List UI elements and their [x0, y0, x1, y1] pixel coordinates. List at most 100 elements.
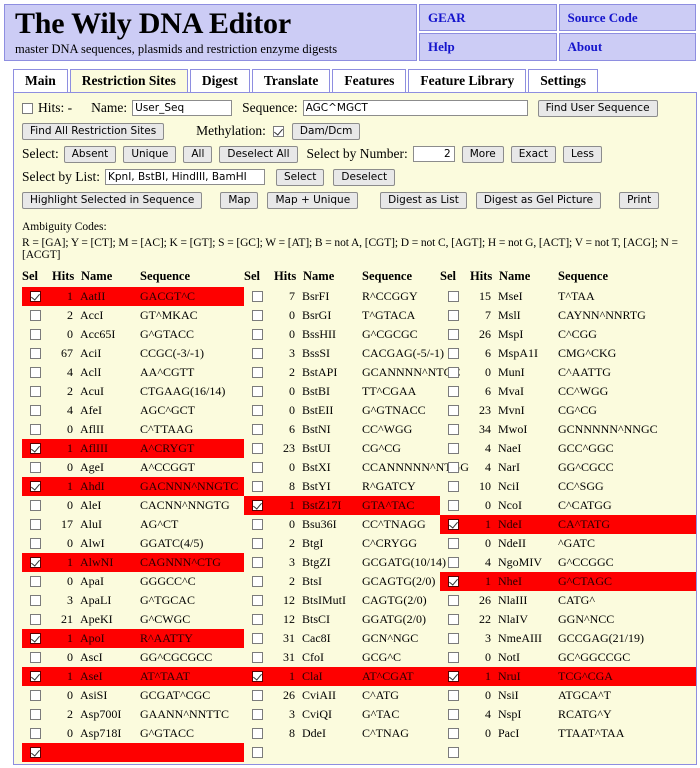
row-select-cell[interactable]: [22, 401, 48, 420]
tab-features[interactable]: Features: [332, 69, 406, 92]
enzyme-select-checkbox[interactable]: [252, 481, 263, 492]
enzyme-select-checkbox[interactable]: [448, 386, 459, 397]
enzyme-select-checkbox[interactable]: [30, 557, 41, 568]
row-select-cell[interactable]: [244, 477, 270, 496]
row-select-cell[interactable]: [22, 667, 48, 686]
nav-cell-about[interactable]: About: [559, 33, 697, 60]
row-select-cell[interactable]: [244, 515, 270, 534]
row-select-cell[interactable]: [244, 572, 270, 591]
row-select-cell[interactable]: [440, 686, 466, 705]
enzyme-select-checkbox[interactable]: [30, 291, 41, 302]
nav-link-source-code[interactable]: Source Code: [568, 10, 638, 26]
enzyme-select-checkbox[interactable]: [30, 367, 41, 378]
row-select-cell[interactable]: [22, 477, 48, 496]
row-select-cell[interactable]: [22, 743, 48, 762]
nav-link-help[interactable]: Help: [428, 39, 455, 55]
enzyme-select-checkbox[interactable]: [448, 519, 459, 530]
enzyme-select-checkbox[interactable]: [30, 709, 41, 720]
dam-dcm-button[interactable]: Dam/Dcm: [292, 123, 360, 140]
enzyme-select-checkbox[interactable]: [30, 424, 41, 435]
enzyme-select-checkbox[interactable]: [252, 690, 263, 701]
row-select-cell[interactable]: [244, 629, 270, 648]
tab-translate[interactable]: Translate: [252, 69, 331, 92]
row-select-cell[interactable]: [440, 553, 466, 572]
tab-digest[interactable]: Digest: [190, 69, 250, 92]
row-select-cell[interactable]: [440, 363, 466, 382]
digest-as-gel-button[interactable]: Digest as Gel Picture: [476, 192, 601, 209]
enzyme-select-checkbox[interactable]: [30, 633, 41, 644]
row-select-cell[interactable]: [244, 686, 270, 705]
enzyme-select-checkbox[interactable]: [448, 538, 459, 549]
row-select-cell[interactable]: [22, 287, 48, 306]
enzyme-select-checkbox[interactable]: [30, 329, 41, 340]
row-select-cell[interactable]: [440, 534, 466, 553]
row-select-cell[interactable]: [440, 572, 466, 591]
nav-link-about[interactable]: About: [568, 39, 603, 55]
row-select-cell[interactable]: [440, 439, 466, 458]
enzyme-select-checkbox[interactable]: [30, 652, 41, 663]
row-select-cell[interactable]: [244, 306, 270, 325]
enzyme-select-checkbox[interactable]: [252, 538, 263, 549]
row-select-cell[interactable]: [440, 325, 466, 344]
row-select-cell[interactable]: [440, 648, 466, 667]
row-select-cell[interactable]: [440, 401, 466, 420]
enzyme-select-checkbox[interactable]: [252, 424, 263, 435]
enzyme-select-checkbox[interactable]: [448, 633, 459, 644]
row-select-cell[interactable]: [244, 287, 270, 306]
row-select-cell[interactable]: [244, 591, 270, 610]
enzyme-select-checkbox[interactable]: [252, 386, 263, 397]
row-select-cell[interactable]: [244, 382, 270, 401]
select-unique-button[interactable]: Unique: [123, 146, 176, 163]
enzyme-select-checkbox[interactable]: [30, 443, 41, 454]
row-select-cell[interactable]: [244, 401, 270, 420]
row-select-cell[interactable]: [22, 439, 48, 458]
enzyme-select-checkbox[interactable]: [252, 405, 263, 416]
map-unique-button[interactable]: Map + Unique: [267, 192, 358, 209]
nav-link-gear[interactable]: GEAR: [428, 10, 466, 26]
enzyme-select-checkbox[interactable]: [448, 690, 459, 701]
enzyme-select-checkbox[interactable]: [448, 595, 459, 606]
enzyme-select-checkbox[interactable]: [252, 671, 263, 682]
enzyme-select-checkbox[interactable]: [448, 614, 459, 625]
digest-as-list-button[interactable]: Digest as List: [380, 192, 467, 209]
enzyme-select-checkbox[interactable]: [252, 310, 263, 321]
tab-settings[interactable]: Settings: [528, 69, 598, 92]
row-select-cell[interactable]: [244, 420, 270, 439]
enzyme-select-checkbox[interactable]: [252, 500, 263, 511]
enzyme-select-checkbox[interactable]: [252, 728, 263, 739]
row-select-cell[interactable]: [244, 458, 270, 477]
row-select-cell[interactable]: [440, 496, 466, 515]
row-select-cell[interactable]: [22, 553, 48, 572]
enzyme-select-checkbox[interactable]: [252, 633, 263, 644]
find-all-restriction-sites-button[interactable]: Find All Restriction Sites: [22, 123, 164, 140]
row-select-cell[interactable]: [244, 439, 270, 458]
enzyme-select-checkbox[interactable]: [448, 747, 459, 758]
list-deselect-button[interactable]: Deselect: [333, 169, 395, 186]
sequence-input[interactable]: [303, 100, 528, 116]
row-select-cell[interactable]: [244, 724, 270, 743]
row-select-cell[interactable]: [22, 591, 48, 610]
select-by-list-input[interactable]: [105, 169, 265, 185]
enzyme-select-checkbox[interactable]: [448, 481, 459, 492]
enzyme-select-checkbox[interactable]: [252, 747, 263, 758]
enzyme-select-checkbox[interactable]: [252, 348, 263, 359]
enzyme-select-checkbox[interactable]: [30, 747, 41, 758]
row-select-cell[interactable]: [440, 610, 466, 629]
enzyme-select-checkbox[interactable]: [30, 614, 41, 625]
enzyme-select-checkbox[interactable]: [30, 728, 41, 739]
row-select-cell[interactable]: [244, 610, 270, 629]
enzyme-select-checkbox[interactable]: [30, 500, 41, 511]
highlight-selected-button[interactable]: Highlight Selected in Sequence: [22, 192, 202, 209]
enzyme-select-checkbox[interactable]: [448, 310, 459, 321]
less-button[interactable]: Less: [563, 146, 602, 163]
row-select-cell[interactable]: [22, 325, 48, 344]
row-select-cell[interactable]: [440, 705, 466, 724]
row-select-cell[interactable]: [244, 363, 270, 382]
enzyme-select-checkbox[interactable]: [30, 595, 41, 606]
enzyme-select-checkbox[interactable]: [448, 576, 459, 587]
enzyme-select-checkbox[interactable]: [448, 500, 459, 511]
hits-checkbox[interactable]: [22, 103, 33, 114]
enzyme-select-checkbox[interactable]: [30, 481, 41, 492]
enzyme-select-checkbox[interactable]: [30, 462, 41, 473]
enzyme-select-checkbox[interactable]: [448, 348, 459, 359]
